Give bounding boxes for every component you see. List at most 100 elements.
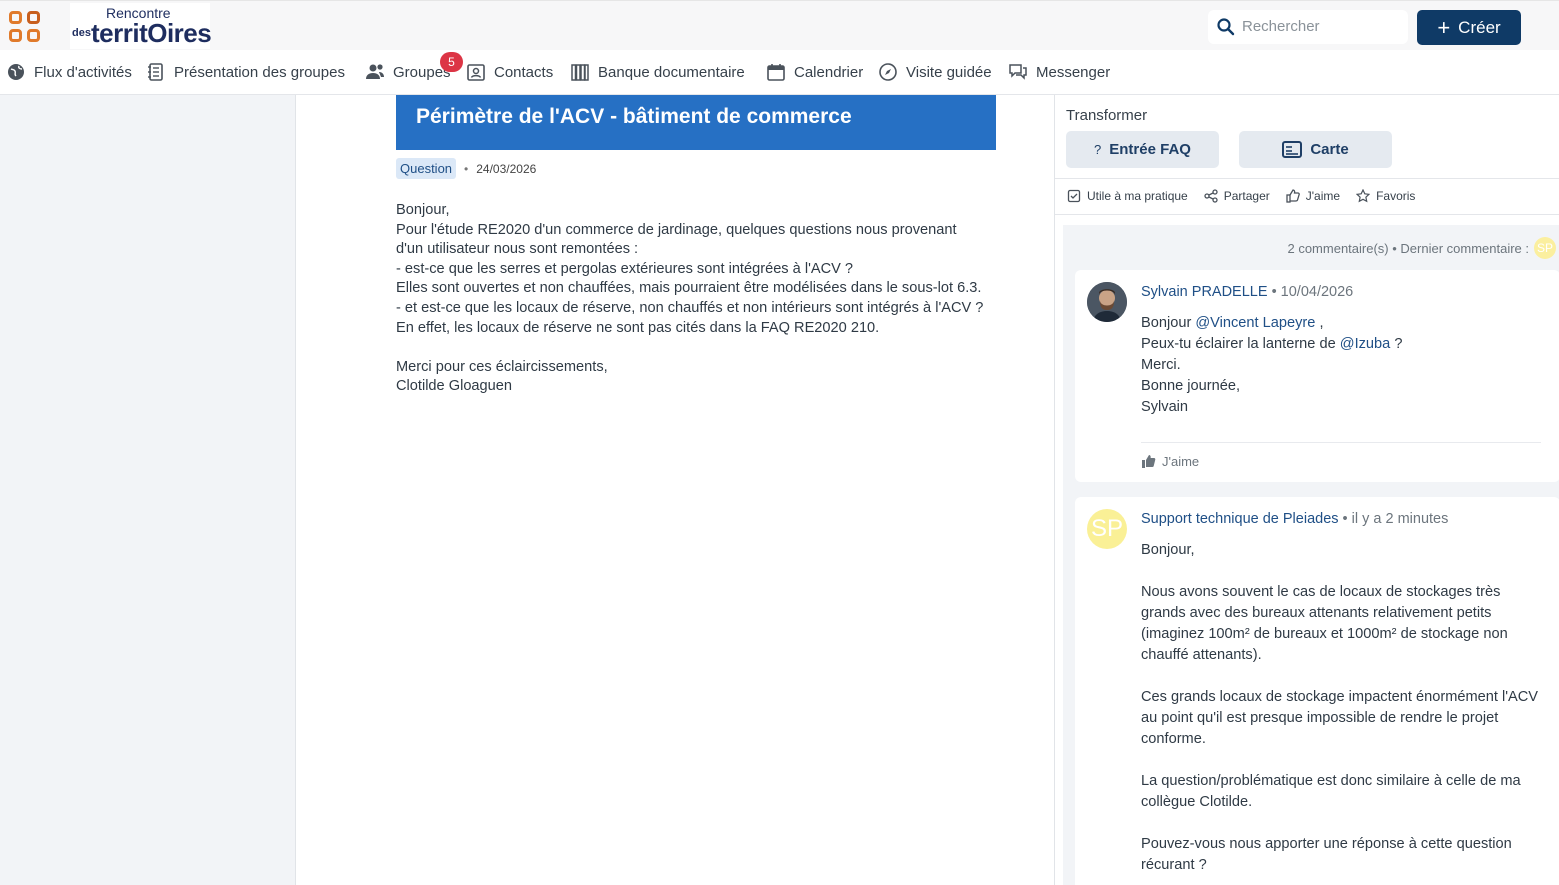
comments-summary: 2 commentaire(s) • Dernier commentaire :…	[1287, 237, 1556, 259]
comment-date: 10/04/2026	[1280, 284, 1354, 300]
mention-link[interactable]: @Vincent Lapeyre	[1195, 315, 1315, 331]
post-body-line: - et est-ce que les locaux de réserve, n…	[396, 299, 984, 316]
right-panel: Transformer ? Entrée FAQ Carte Utile à m…	[1054, 95, 1559, 885]
comment-line: Bonjour,	[1141, 542, 1195, 558]
nav-item-calendrier[interactable]: Calendrier	[766, 62, 863, 82]
useful-action[interactable]: Utile à ma pratique	[1067, 189, 1188, 203]
nav-item-banque[interactable]: Banque documentaire	[570, 62, 745, 82]
post-meta: Question • 24/03/2026	[396, 158, 536, 179]
comment-line	[1141, 750, 1541, 771]
card-button[interactable]: Carte	[1239, 131, 1392, 168]
post-main: Périmètre de l'ACV - bâtiment de commerc…	[296, 95, 1054, 885]
avatar[interactable]	[1087, 282, 1127, 322]
left-sidebar	[0, 95, 296, 885]
create-button-label: Créer	[1458, 17, 1501, 37]
users-icon	[366, 64, 384, 79]
calendar-icon	[767, 64, 785, 81]
divider	[1055, 214, 1559, 215]
card-icon	[1282, 140, 1303, 158]
comment-text: ,	[1315, 315, 1324, 331]
nav-item-presentation[interactable]: Présentation des groupes	[146, 62, 345, 82]
nav-label: Visite guidée	[906, 63, 992, 81]
comment-line: La question/problématique est donc simil…	[1141, 773, 1521, 810]
comment-like-label: J'aime	[1162, 454, 1200, 469]
top-bar: Rencontre des territOires Rechercher + C…	[0, 0, 1559, 50]
meta-separator: •	[464, 161, 469, 176]
comment-line	[1141, 561, 1541, 582]
nav-label: Messenger	[1036, 63, 1111, 81]
post-body-line: Bonjour,	[396, 202, 450, 218]
create-button[interactable]: + Créer	[1417, 10, 1521, 45]
nav-item-contacts[interactable]: Contacts	[466, 62, 553, 82]
nav-label: Présentation des groupes	[174, 63, 345, 81]
checkbox-icon	[1067, 189, 1081, 203]
meta-separator: •	[1271, 284, 1281, 300]
search-icon	[1217, 18, 1235, 36]
post-body: Bonjour, Pour l'étude RE2020 d'un commer…	[396, 201, 986, 397]
apps-grid-icon[interactable]	[9, 11, 42, 44]
plus-icon: +	[1437, 14, 1451, 40]
comment-like-button[interactable]: J'aime	[1141, 454, 1199, 469]
last-commenter-avatar[interactable]: SP	[1534, 237, 1556, 259]
transform-label: Transformer	[1066, 107, 1148, 124]
nav-item-visite[interactable]: Visite guidée	[878, 62, 992, 82]
post-body-line: Merci pour ces éclaircissements,	[396, 358, 608, 375]
like-action[interactable]: J'aime	[1286, 189, 1340, 203]
comment-line: Pouvez-vous nous apporter une réponse à …	[1141, 836, 1512, 873]
nav-item-flux[interactable]: Flux d'activités	[6, 62, 132, 82]
share-icon	[1204, 189, 1218, 203]
favorites-label: Favoris	[1376, 189, 1416, 203]
comment-line	[1141, 813, 1541, 834]
comment-line: Nous avons souvent le cas de locaux de s…	[1141, 584, 1508, 663]
nav-item-messenger[interactable]: Messenger	[1008, 62, 1110, 82]
nav-item-groupes[interactable]: Groupes	[365, 62, 451, 82]
comment-text: ?	[1390, 336, 1403, 352]
comment-line: Merci.	[1141, 357, 1181, 373]
comment-line: Peux-tu éclairer la lanterne de @Izuba ?	[1141, 334, 1541, 355]
mention-link[interactable]: @Izuba	[1340, 336, 1391, 352]
share-label: Partager	[1223, 189, 1270, 203]
favorites-action[interactable]: Favoris	[1356, 189, 1415, 203]
comment-line: Sylvain	[1141, 399, 1189, 415]
star-icon	[1356, 189, 1371, 203]
library-icon	[571, 64, 589, 81]
search-input[interactable]: Rechercher	[1208, 10, 1408, 44]
nav-label: Banque documentaire	[598, 63, 745, 81]
logo-small-text: des	[72, 27, 91, 39]
post-type-tag[interactable]: Question	[396, 158, 457, 179]
comment-header: Support technique de Pleiades • il y a 2…	[1141, 511, 1448, 527]
search-placeholder: Rechercher	[1242, 18, 1320, 35]
card-button-label: Carte	[1310, 141, 1349, 158]
comment-card: SP Support technique de Pleiades • il y …	[1075, 497, 1559, 885]
main-nav: Flux d'activités Présentation des groupe…	[0, 50, 1559, 95]
faq-entry-button[interactable]: ? Entrée FAQ	[1066, 131, 1219, 168]
globe-icon	[8, 64, 24, 80]
comment-author[interactable]: Sylvain PRADELLE	[1141, 284, 1268, 300]
comment-body: Bonjour @Vincent Lapeyre , Peux-tu éclai…	[1141, 313, 1541, 418]
nav-label: Contacts	[494, 63, 554, 81]
thumbs-up-icon	[1286, 189, 1300, 203]
divider	[1141, 442, 1541, 443]
comment-body: Bonjour, Nous avons souvent le cas de lo…	[1141, 540, 1541, 876]
question-mark-icon: ?	[1094, 142, 1102, 157]
contact-card-icon	[467, 64, 485, 81]
avatar[interactable]: SP	[1087, 509, 1127, 549]
chat-icon	[1009, 64, 1027, 80]
comment-author[interactable]: Support technique de Pleiades	[1141, 511, 1339, 527]
groups-notification-badge: 5	[440, 52, 463, 72]
post-body-line: En effet, les locaux de réserve ne sont …	[396, 319, 880, 336]
person-photo-icon	[1087, 282, 1127, 322]
post-actions: Utile à ma pratique Partager J'aime Favo…	[1067, 189, 1415, 203]
thumbs-up-icon	[1142, 455, 1156, 468]
site-logo[interactable]: Rencontre des territOires	[70, 3, 212, 49]
comment-date: il y a 2 minutes	[1351, 511, 1449, 527]
post-body-line: Clotilde Gloaguen	[396, 378, 513, 395]
post-title: Périmètre de l'ACV - bâtiment de commerc…	[396, 95, 996, 150]
useful-label: Utile à ma pratique	[1087, 189, 1188, 203]
notebook-icon	[148, 63, 163, 81]
comment-line: Bonjour @Vincent Lapeyre ,	[1141, 313, 1541, 334]
share-action[interactable]: Partager	[1204, 189, 1270, 203]
comment-card: Sylvain PRADELLE • 10/04/2026 Bonjour @V…	[1075, 270, 1559, 482]
post-body-line: Pour l'étude RE2020 d'un commerce de jar…	[396, 221, 957, 258]
comment-line: Bonne journée,	[1141, 378, 1240, 394]
